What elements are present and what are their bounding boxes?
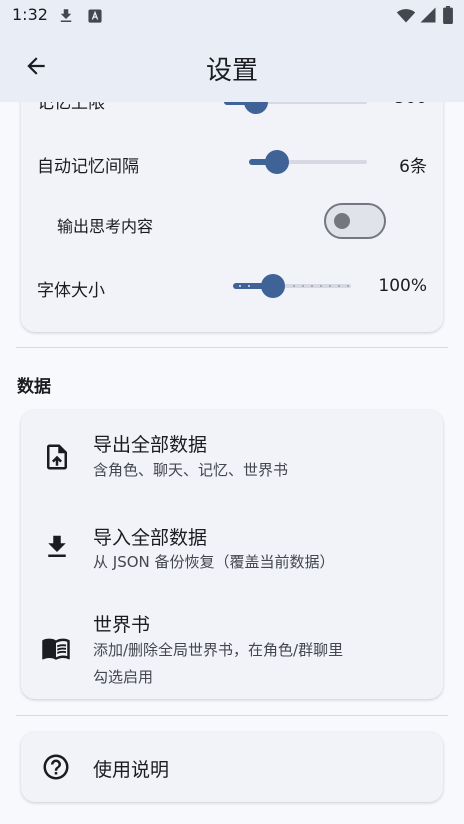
divider <box>16 715 448 716</box>
help-circle-icon <box>43 754 69 780</box>
export-all-data-subtitle: 含角色、聊天、记忆、世界书 <box>93 461 289 479</box>
font-size-tick <box>293 285 295 287</box>
divider <box>16 347 448 348</box>
download-icon <box>48 535 66 557</box>
data-card: 导出全部数据 含角色、聊天、记忆、世界书 导入全部数据 从 JSON 备份恢复（… <box>21 410 443 699</box>
output-thinking-label: 输出思考内容 <box>57 217 154 236</box>
book-icon <box>42 638 70 660</box>
font-size-tick <box>338 285 340 287</box>
auto-memory-interval-thumb[interactable] <box>265 150 289 174</box>
wifi-icon <box>396 9 416 23</box>
status-time: 1:32 <box>12 5 48 24</box>
import-all-data-subtitle: 从 JSON 备份恢复（覆盖当前数据） <box>93 553 335 571</box>
signal-icon <box>420 7 436 23</box>
font-size-tick <box>347 285 349 287</box>
font-size-tick <box>302 285 304 287</box>
data-section-title: 数据 <box>17 377 51 397</box>
import-all-data-title: 导入全部数据 <box>93 527 208 549</box>
output-thinking-switch-knob <box>334 213 350 229</box>
font-size-label: 字体大小 <box>37 281 105 301</box>
world-book-item[interactable]: 世界书 添加/删除全局世界书，在角色/群聊里 勾选启用 <box>21 594 443 699</box>
font-size-value: 100% <box>378 276 427 296</box>
font-size-tick <box>320 285 322 287</box>
app-bar: 设置 <box>0 32 464 102</box>
export-all-data-title: 导出全部数据 <box>93 434 208 456</box>
font-size-tick <box>329 285 331 287</box>
world-book-subtitle-line-1: 添加/删除全局世界书，在角色/群聊里 <box>93 641 344 659</box>
auto-memory-interval-label: 自动记忆间隔 <box>37 157 139 177</box>
world-book-title: 世界书 <box>93 614 151 636</box>
world-book-subtitle-line-2: 勾选启用 <box>93 668 154 686</box>
battery-icon <box>443 6 453 24</box>
import-all-data-item[interactable]: 导入全部数据 从 JSON 备份恢复（覆盖当前数据） <box>21 506 443 590</box>
font-size-tick <box>239 285 241 287</box>
download-icon <box>60 9 72 22</box>
help-card[interactable]: 使用说明 <box>21 732 443 802</box>
status-bar: 1:32 <box>0 0 464 32</box>
font-size-tick <box>311 285 313 287</box>
text-a-icon <box>88 9 102 23</box>
export-all-data-item[interactable]: 导出全部数据 含角色、聊天、记忆、世界书 <box>21 410 443 502</box>
page-title: 设置 <box>205 56 258 86</box>
output-thinking-switch[interactable] <box>324 203 386 239</box>
font-size-tick <box>248 285 250 287</box>
auto-memory-interval-value: 6条 <box>399 157 427 177</box>
help-label: 使用说明 <box>93 759 170 781</box>
font-size-thumb[interactable] <box>261 274 285 298</box>
file-upload-icon <box>47 444 67 470</box>
